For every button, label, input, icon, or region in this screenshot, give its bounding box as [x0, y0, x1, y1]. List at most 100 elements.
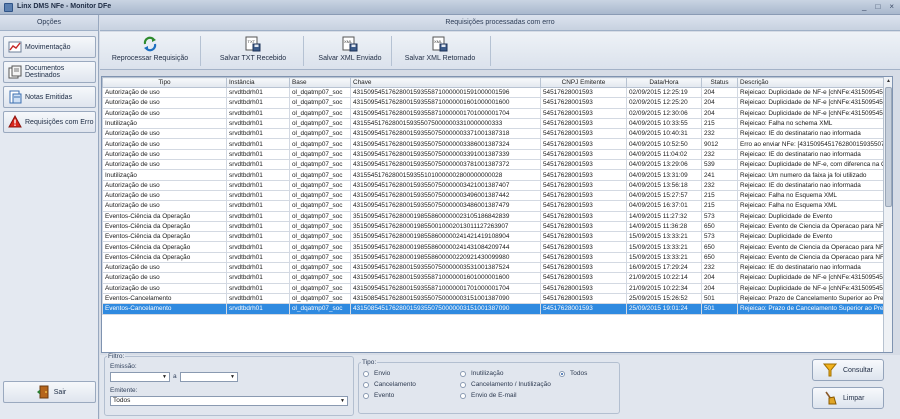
- cell-data-hora: 04/09/2015 10:40:31: [626, 128, 702, 140]
- cell-chave: 4315095451762800159355075000000353100138…: [350, 262, 541, 274]
- radio-button-icon[interactable]: [559, 370, 565, 377]
- table-row[interactable]: Eventos-Ciência da Operação srvdtbdrh01 ol…: [102, 220, 886, 233]
- cell-cnpj: 54517628001593: [540, 169, 627, 181]
- save-xml-sent-button[interactable]: XML Salvar XML Enviado: [302, 34, 398, 68]
- table-row[interactable]: Autorização de uso srvdtbdrh01 ol_dqatmp07…: [102, 179, 886, 191]
- cell-chave: 4315085451762800159355075000000315100138…: [350, 292, 541, 305]
- table-row[interactable]: Eventos-Ciência da Operação srvdtbdrh01 ol…: [102, 251, 886, 264]
- table-row[interactable]: Autorização de uso srvdtbdrh01 ol_dqatmp07…: [102, 86, 886, 99]
- sidebar-item-requisicoes-com-erro[interactable]: Requisições com Erro: [3, 111, 96, 133]
- table-row[interactable]: Inutilização srvdtbdrh01 ol_dqatmp07_soc 43…: [102, 117, 886, 130]
- table-row[interactable]: Autorização de uso srvdtbdrh01 ol_dqatmp07…: [102, 138, 886, 150]
- column-header-base[interactable]: Base: [289, 77, 351, 88]
- reprocess-button[interactable]: Reprocessar Requisição: [102, 34, 198, 68]
- column-header-chave[interactable]: Chave: [350, 77, 541, 88]
- cell-instancia: srvdtbdrh01: [226, 241, 290, 253]
- cell-cnpj: 54517628001593: [540, 117, 627, 130]
- maximize-icon[interactable]: □: [875, 2, 880, 11]
- cell-cnpj: 54517628001593: [540, 200, 627, 212]
- emissao-end-date[interactable]: ▼: [180, 372, 238, 382]
- radio-cancelamento-inutilizacao[interactable]: Cancelamento / Inutilização: [460, 381, 551, 388]
- save-xml-returned-label: Salvar XML Retornado: [404, 55, 476, 62]
- vertical-scrollbar[interactable]: ▲: [883, 77, 892, 352]
- table-row[interactable]: Autorização de uso srvdtbdrh01 ol_dqatmp07…: [102, 282, 886, 294]
- consultar-button[interactable]: Consultar: [812, 359, 884, 381]
- table-row[interactable]: Autorização de uso srvdtbdrh01 ol_dqatmp07…: [102, 97, 886, 109]
- cell-descricao: Rejeicao: Prazo de Cancelamento Superior…: [737, 303, 886, 315]
- radio-button-icon[interactable]: [363, 370, 369, 377]
- cell-cnpj: 54517628001593: [540, 220, 627, 233]
- scroll-up-icon[interactable]: ▲: [885, 78, 892, 85]
- requests-grid[interactable]: Tipo Instância Base Chave CNPJ Emitente …: [101, 76, 893, 353]
- cell-base: ol_dqatmp07_soc: [289, 138, 351, 150]
- exit-button[interactable]: Sair: [3, 381, 96, 403]
- table-row[interactable]: Autorização de uso srvdtbdrh01 ol_dqatmp07…: [102, 159, 886, 171]
- filter-group: [104, 356, 354, 416]
- minimize-icon[interactable]: _: [862, 2, 866, 11]
- emitente-select[interactable]: Todos ▼: [110, 396, 348, 406]
- cell-chave: 3515095451762800019855860000024143108420…: [350, 241, 541, 253]
- emissao-start-date[interactable]: ▼: [110, 372, 170, 382]
- radio-button-icon[interactable]: [460, 392, 466, 399]
- cell-base: ol_dqatmp07_soc: [289, 179, 351, 191]
- cell-data-hora: 15/09/2015 13:33:21: [626, 241, 702, 253]
- cell-base: ol_dqatmp07_soc: [289, 189, 351, 202]
- cell-descricao: Rejeicao: Falha no Esquema XML: [737, 189, 886, 202]
- radio-cancelamento[interactable]: Cancelamento: [363, 381, 416, 388]
- sidebar-item-movimentacao[interactable]: Movimentação: [3, 36, 96, 58]
- refresh-icon: [142, 36, 158, 52]
- exit-label: Sair: [53, 388, 67, 396]
- column-header-instancia[interactable]: Instância: [226, 77, 290, 88]
- table-row[interactable]: Eventos-Ciência da Operação srvdtbdrh01 ol…: [102, 210, 886, 222]
- radio-envio-email[interactable]: Envio de E-mail: [460, 392, 517, 399]
- radio-envio[interactable]: Envio: [363, 370, 390, 377]
- table-row[interactable]: Autorização de uso srvdtbdrh01 ol_dqatmp07…: [102, 128, 886, 140]
- radio-button-icon[interactable]: [460, 381, 466, 388]
- radio-button-icon[interactable]: [363, 381, 369, 388]
- table-row[interactable]: Eventos-Ciência da Operação srvdtbdrh01 ol…: [102, 241, 886, 253]
- radio-evento[interactable]: Evento: [363, 392, 394, 399]
- cell-base: ol_dqatmp07_soc: [289, 200, 351, 212]
- save-xml-returned-button[interactable]: XML Salvar XML Retornado: [392, 34, 488, 68]
- save-txt-button[interactable]: TXT Salvar TXT Recebido: [205, 34, 301, 68]
- radio-todos[interactable]: Todos: [559, 370, 587, 377]
- cell-descricao: Rejeicao: Duplicidade de Evento: [737, 231, 886, 243]
- chevron-down-icon[interactable]: ▼: [161, 374, 168, 380]
- table-row[interactable]: Autorização de uso srvdtbdrh01 ol_dqatmp07…: [102, 148, 886, 161]
- cell-cnpj: 54517628001593: [540, 128, 627, 140]
- cell-status: 650: [701, 220, 738, 233]
- cell-chave: 4315095451762800159355075000000339100138…: [350, 148, 541, 161]
- cell-base: ol_dqatmp07_soc: [289, 159, 351, 171]
- table-row[interactable]: Inutilização srvdtbdrh01 ol_dqatmp07_soc 43…: [102, 169, 886, 181]
- table-row[interactable]: Autorização de uso srvdtbdrh01 ol_dqatmp07…: [102, 107, 886, 119]
- table-row[interactable]: Eventos-Cancelamento srvdtbdrh01 ol_dqatmp…: [102, 303, 886, 315]
- cell-base: ol_dqatmp07_soc: [289, 148, 351, 161]
- column-header-data-hora[interactable]: Data/Hora: [626, 77, 702, 88]
- chevron-down-icon[interactable]: ▼: [229, 374, 236, 380]
- table-row[interactable]: Autorização de uso srvdtbdrh01 ol_dqatmp07…: [102, 272, 886, 284]
- table-row[interactable]: Eventos-Ciência da Operação srvdtbdrh01 ol…: [102, 231, 886, 243]
- radio-inutilizacao[interactable]: Inutilização: [460, 370, 504, 377]
- cell-descricao: Rejeicao: Evento de Ciencia da Operacao …: [737, 251, 886, 264]
- cell-descricao: Rejeicao: Um numero da faixa ja foi util…: [737, 169, 886, 181]
- app-icon: [4, 3, 13, 12]
- radio-button-icon[interactable]: [363, 392, 369, 399]
- close-icon[interactable]: ×: [889, 2, 894, 11]
- column-header-tipo[interactable]: Tipo: [102, 77, 227, 88]
- requests-table: Tipo Instância Base Chave CNPJ Emitente …: [102, 77, 886, 315]
- cell-cnpj: 54517628001593: [540, 189, 627, 202]
- column-header-status[interactable]: Status: [701, 77, 738, 88]
- table-row[interactable]: Autorização de uso srvdtbdrh01 ol_dqatmp07…: [102, 200, 886, 212]
- chevron-down-icon[interactable]: ▼: [339, 398, 346, 404]
- sidebar-item-documentos-destinados[interactable]: Documentos Destinados: [3, 61, 96, 83]
- table-row[interactable]: Autorização de uso srvdtbdrh01 ol_dqatmp07…: [102, 262, 886, 274]
- cell-descricao: Rejeicao: Duplicidade de NF-e [chNFe:431…: [737, 282, 886, 294]
- column-header-descricao[interactable]: Descrição: [737, 77, 886, 88]
- scrollbar-thumb[interactable]: [885, 87, 892, 207]
- column-header-cnpj[interactable]: CNPJ Emitente: [540, 77, 627, 88]
- limpar-button[interactable]: Limpar: [812, 387, 884, 409]
- sidebar-item-notas-emitidas[interactable]: Notas Emitidas: [3, 86, 96, 108]
- table-row[interactable]: Eventos-Cancelamento srvdtbdrh01 ol_dqatmp…: [102, 292, 886, 305]
- radio-button-icon[interactable]: [460, 370, 466, 377]
- table-row[interactable]: Autorização de uso srvdtbdrh01 ol_dqatmp07…: [102, 189, 886, 202]
